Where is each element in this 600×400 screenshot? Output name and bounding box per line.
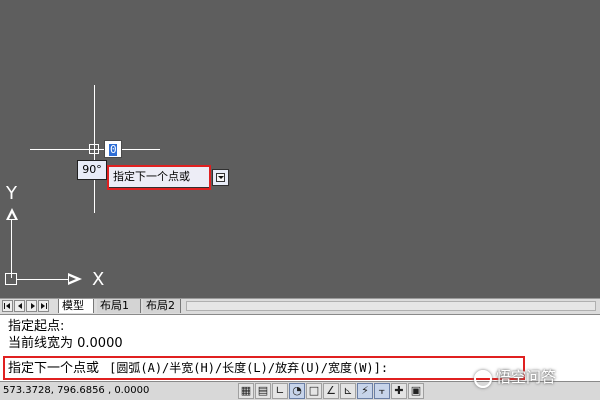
ucs-x-arrow-inner [69,276,76,282]
snap-mode-icon[interactable]: ▦ [238,383,254,399]
cursor-coordinates: 573.3728, 796.6856 , 0.0000 [3,385,150,396]
dynamic-input-value: 0 [110,143,117,156]
options-dropdown-button[interactable] [212,169,229,186]
watermark-logo-icon [474,370,492,388]
command-history-line: 当前线宽为 0.0000 [8,336,123,351]
quick-properties-icon[interactable]: ✚ [391,383,407,399]
dynamic-prompt-tooltip: 指定下一个点或 [107,166,210,188]
snap-tracking-icon[interactable]: ∠ [323,383,339,399]
dynamic-input-icon[interactable]: ⚡ [357,383,373,399]
ucs-x-label: X [92,269,105,290]
drawing-canvas[interactable]: 0 90° 指定下一个点或 Y X [0,0,600,300]
ortho-mode-icon[interactable]: ∟ [272,383,288,399]
object-snap-icon[interactable]: □ [306,383,322,399]
ucs-y-label: Y [6,183,17,204]
command-prompt-text: 指定下一个点或 [8,361,100,376]
watermark-text: 悟空问答 [496,368,557,386]
ucs-toggle-icon[interactable]: ⊾ [340,383,356,399]
tab-model[interactable]: 模型 [58,299,94,313]
grid-display-icon[interactable]: ▤ [255,383,271,399]
angle-tooltip: 90° [77,160,107,180]
ucs-x-axis [17,279,69,280]
command-options: [圆弧(A)/半宽(H)/长度(L)/放弃(U)/宽度(W)]: [109,361,389,375]
tab-layout2[interactable]: 布局2 [143,299,181,313]
next-tab-button[interactable] [26,300,37,312]
dynamic-input-field[interactable]: 0 [104,140,122,158]
dropdown-arrow-icon [216,173,225,182]
horizontal-scrollbar[interactable] [186,301,596,311]
lineweight-icon[interactable]: ⫟ [374,383,390,399]
prev-tab-button[interactable] [14,300,25,312]
ucs-origin-box [5,273,17,285]
selection-cycling-icon[interactable]: ▣ [408,383,424,399]
command-history-line: 指定起点: [8,319,65,334]
crosshair-pickbox [89,144,99,154]
layout-tab-bar: 模型 布局1 布局2 [0,298,600,314]
command-prompt-line[interactable]: 指定下一个点或 [圆弧(A)/半宽(H)/长度(L)/放弃(U)/宽度(W)]: [8,360,388,377]
last-tab-button[interactable] [38,300,49,312]
polar-tracking-icon[interactable]: ◔ [289,383,305,399]
first-tab-button[interactable] [2,300,13,312]
ucs-y-axis [11,218,12,278]
ucs-y-arrow-inner [9,213,15,219]
tab-layout1[interactable]: 布局1 [97,299,141,313]
